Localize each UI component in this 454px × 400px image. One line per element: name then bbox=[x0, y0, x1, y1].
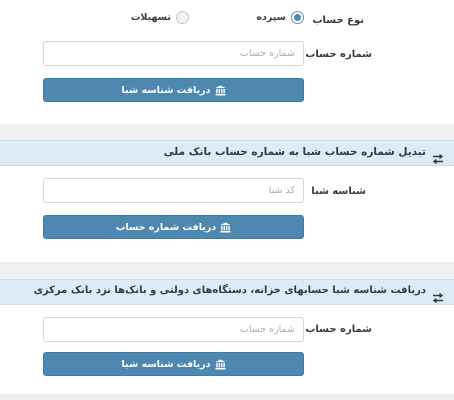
account-number-input[interactable] bbox=[43, 41, 304, 66]
section-header-central-bank-sheba: دریافت شناسه شبا حسابهای خزانه، دستگاه‌ه… bbox=[0, 279, 454, 305]
get-account-number-button-label: دریافت شماره حساب bbox=[115, 221, 217, 233]
get-sheba-button[interactable]: دریافت شناسه شبا bbox=[43, 78, 304, 102]
account-type-label: نوع حساب bbox=[312, 15, 364, 26]
swap-arrows-icon bbox=[432, 149, 444, 164]
radio-facilities[interactable]: تسهیلات bbox=[131, 11, 189, 24]
bank-icon bbox=[215, 359, 226, 370]
swap-arrows-icon bbox=[432, 288, 444, 303]
get-sheba-button-label: دریافت شناسه شبا bbox=[121, 84, 211, 96]
radio-facilities-indicator[interactable] bbox=[176, 11, 189, 24]
radio-deposit-indicator[interactable] bbox=[291, 11, 304, 24]
radio-deposit-label[interactable]: سپرده bbox=[256, 12, 286, 23]
section-divider bbox=[0, 262, 454, 279]
get-central-sheba-button-label: دریافت شناسه شبا bbox=[121, 358, 211, 370]
get-account-number-button[interactable]: دریافت شماره حساب bbox=[43, 215, 304, 239]
section-divider bbox=[0, 394, 454, 400]
account-number-label: شماره حساب bbox=[305, 324, 372, 335]
section-title-sheba-to-account: تبدیل شماره حساب شبا به شماره حساب بانک … bbox=[163, 146, 426, 158]
bank-icon bbox=[215, 85, 226, 96]
section-title-central-bank-sheba: دریافت شناسه شبا حسابهای خزانه، دستگاه‌ه… bbox=[33, 285, 426, 296]
account-number-label: شماره حساب bbox=[305, 49, 372, 60]
radio-deposit[interactable]: سپرده bbox=[256, 11, 304, 24]
get-central-sheba-button[interactable]: دریافت شناسه شبا bbox=[43, 352, 304, 376]
section-divider bbox=[0, 124, 454, 140]
section-header-sheba-to-account: تبدیل شماره حساب شبا به شماره حساب بانک … bbox=[0, 140, 454, 166]
sheba-input[interactable] bbox=[43, 178, 304, 203]
sheba-label: شناسه شبا bbox=[311, 186, 366, 197]
central-account-number-input[interactable] bbox=[43, 317, 304, 342]
bank-icon bbox=[220, 222, 231, 233]
radio-facilities-label[interactable]: تسهیلات bbox=[131, 12, 171, 23]
